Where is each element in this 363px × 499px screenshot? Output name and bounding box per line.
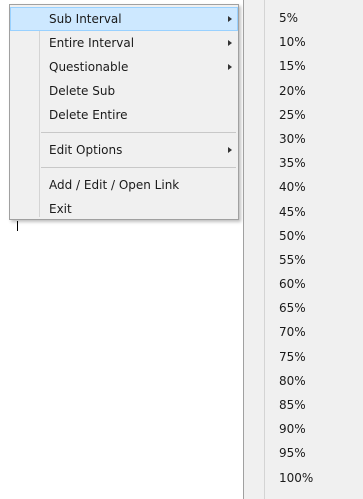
menu-item-sub-interval[interactable]: Sub Interval bbox=[10, 7, 238, 31]
submenu-item-70[interactable]: 70% bbox=[244, 320, 363, 344]
context-menu: Sub Interval Entire Interval Questionabl… bbox=[9, 4, 239, 220]
menu-item-add-edit-open-link[interactable]: Add / Edit / Open Link bbox=[10, 173, 238, 197]
submenu-item-90[interactable]: 90% bbox=[244, 417, 363, 441]
menu-item-label: Delete Sub bbox=[49, 84, 116, 98]
chevron-right-icon bbox=[228, 147, 232, 153]
menu-item-label: Add / Edit / Open Link bbox=[49, 178, 180, 192]
context-menu-list: Sub Interval Entire Interval Questionabl… bbox=[10, 7, 238, 221]
menu-item-label: Delete Entire bbox=[49, 108, 128, 122]
submenu-item-5[interactable]: 5% bbox=[244, 6, 363, 30]
menu-item-exit[interactable]: Exit bbox=[10, 197, 238, 221]
screen: Sub Interval Entire Interval Questionabl… bbox=[0, 0, 363, 499]
menu-item-label: Entire Interval bbox=[49, 36, 135, 50]
submenu-item-10[interactable]: 10% bbox=[244, 30, 363, 54]
menu-item-label: Sub Interval bbox=[49, 12, 122, 26]
menu-item-label: Exit bbox=[49, 202, 72, 216]
percent-submenu: 5% 10% 15% 20% 25% 30% 35% 40% 45% 50% 5… bbox=[243, 0, 363, 499]
menu-separator bbox=[41, 132, 236, 133]
chevron-right-icon bbox=[228, 40, 232, 46]
menu-separator bbox=[41, 167, 236, 168]
submenu-item-35[interactable]: 35% bbox=[244, 151, 363, 175]
submenu-item-100[interactable]: 100% bbox=[244, 466, 363, 490]
submenu-item-75[interactable]: 75% bbox=[244, 345, 363, 369]
menu-item-delete-sub[interactable]: Delete Sub bbox=[10, 79, 238, 103]
menu-item-edit-options[interactable]: Edit Options bbox=[10, 138, 238, 162]
submenu-item-85[interactable]: 85% bbox=[244, 393, 363, 417]
text-cursor-mark bbox=[17, 221, 18, 231]
menu-item-delete-entire[interactable]: Delete Entire bbox=[10, 103, 238, 127]
submenu-item-65[interactable]: 65% bbox=[244, 296, 363, 320]
submenu-item-25[interactable]: 25% bbox=[244, 103, 363, 127]
menu-item-entire-interval[interactable]: Entire Interval bbox=[10, 31, 238, 55]
submenu-item-30[interactable]: 30% bbox=[244, 127, 363, 151]
menu-item-label: Edit Options bbox=[49, 143, 123, 157]
submenu-item-20[interactable]: 20% bbox=[244, 79, 363, 103]
submenu-item-55[interactable]: 55% bbox=[244, 248, 363, 272]
chevron-right-icon bbox=[228, 16, 232, 22]
menu-item-questionable[interactable]: Questionable bbox=[10, 55, 238, 79]
submenu-item-50[interactable]: 50% bbox=[244, 224, 363, 248]
submenu-item-45[interactable]: 45% bbox=[244, 200, 363, 224]
submenu-item-40[interactable]: 40% bbox=[244, 175, 363, 199]
submenu-item-95[interactable]: 95% bbox=[244, 441, 363, 465]
menu-item-label: Questionable bbox=[49, 60, 129, 74]
submenu-item-15[interactable]: 15% bbox=[244, 54, 363, 78]
percent-submenu-list: 5% 10% 15% 20% 25% 30% 35% 40% 45% 50% 5… bbox=[244, 6, 363, 490]
submenu-item-80[interactable]: 80% bbox=[244, 369, 363, 393]
chevron-right-icon bbox=[228, 64, 232, 70]
submenu-item-60[interactable]: 60% bbox=[244, 272, 363, 296]
